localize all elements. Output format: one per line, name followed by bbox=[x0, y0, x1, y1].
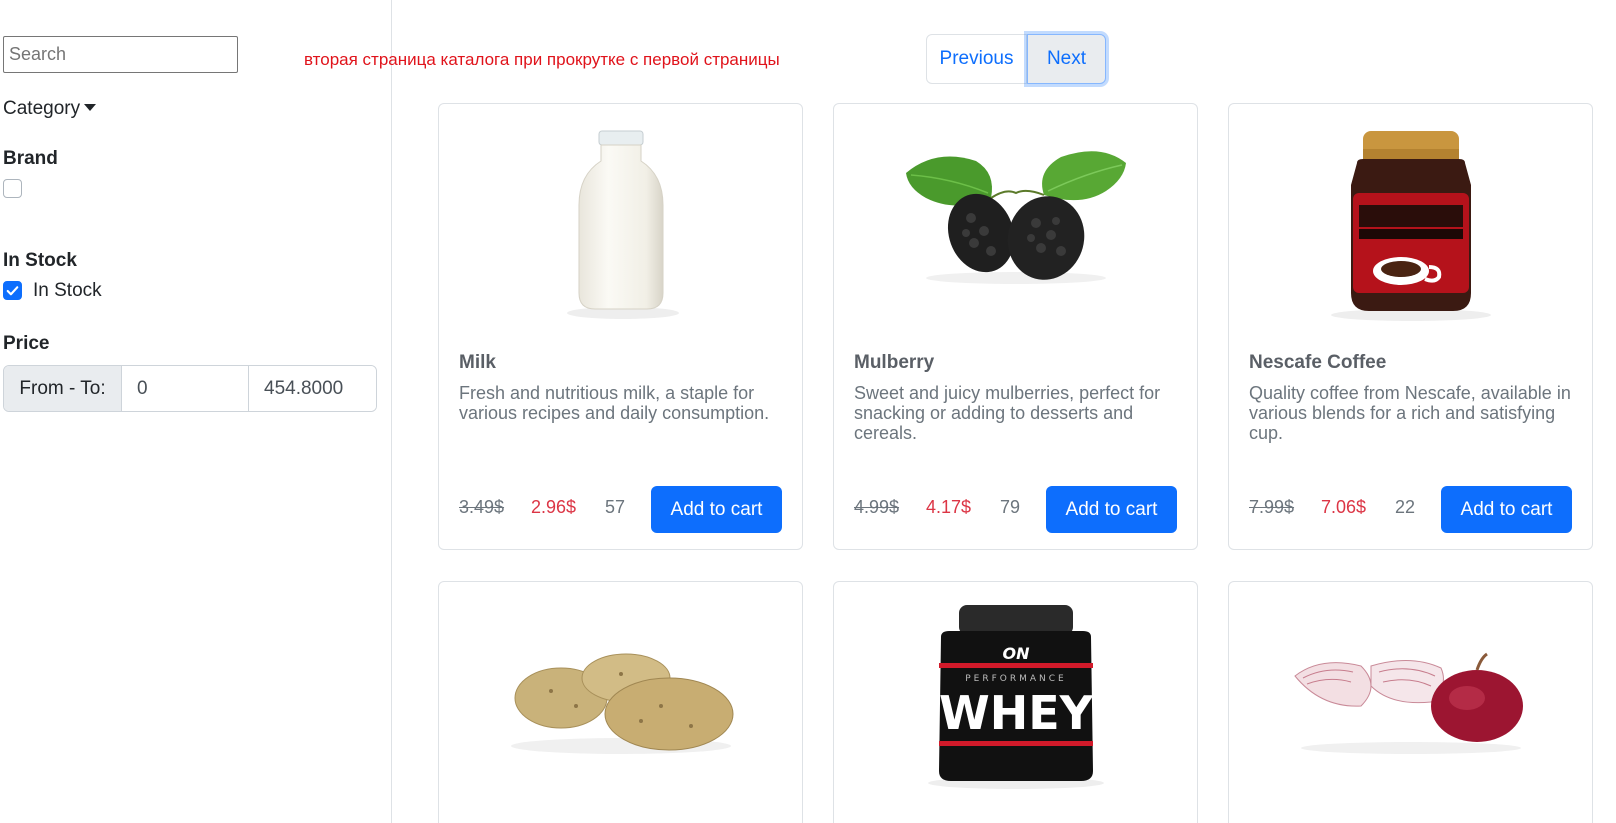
red-onion-icon bbox=[1293, 652, 1523, 754]
product-image-whey: ON PERFORMANCE WHEY bbox=[834, 582, 1197, 810]
whey-brand-text: ON bbox=[1002, 644, 1030, 663]
sale-price: 7.06$ bbox=[1321, 497, 1367, 517]
product-card: Nescafe Coffee Quality coffee from Nesca… bbox=[1228, 103, 1593, 550]
price-range-group: From - To: bbox=[3, 365, 377, 412]
price-prefix-label: From - To: bbox=[4, 366, 122, 411]
category-dropdown[interactable]: Category bbox=[3, 98, 97, 120]
product-title: Milk bbox=[459, 352, 496, 373]
product-card: Mulberry Sweet and juicy mulberries, per… bbox=[833, 103, 1198, 550]
mulberry-icon bbox=[905, 151, 1126, 284]
potatoes-icon bbox=[510, 653, 733, 754]
old-price: 3.49$ bbox=[459, 497, 505, 517]
product-image-onion bbox=[1229, 582, 1592, 810]
price-from-input[interactable] bbox=[122, 366, 249, 411]
product-image-milk bbox=[439, 104, 802, 332]
product-description: Fresh and nutritious milk, a staple for … bbox=[459, 383, 770, 423]
instock-title: In Stock bbox=[3, 250, 77, 271]
product-title: Nescafe Coffee bbox=[1249, 352, 1387, 373]
whey-protein-icon: ON PERFORMANCE WHEY bbox=[927, 605, 1104, 789]
product-description: Quality coffee from Nescafe, available i… bbox=[1249, 383, 1571, 443]
filter-sidebar: Category Brand In Stock In Stock Price F… bbox=[0, 0, 392, 823]
whey-main-text: WHEY bbox=[939, 686, 1094, 740]
search-input[interactable] bbox=[3, 36, 238, 73]
product-image-nescafe bbox=[1229, 104, 1592, 332]
add-to-cart-button[interactable]: Add to cart bbox=[1046, 486, 1177, 533]
product-card: Milk Fresh and nutritious milk, a staple… bbox=[438, 103, 803, 550]
product-image-mulberry bbox=[834, 104, 1197, 332]
instock-checkbox[interactable] bbox=[3, 281, 22, 300]
add-to-cart-button[interactable]: Add to cart bbox=[651, 486, 782, 533]
price-title: Price bbox=[3, 333, 50, 354]
product-card bbox=[438, 581, 803, 823]
brand-title: Brand bbox=[3, 148, 58, 169]
category-label: Category bbox=[3, 98, 81, 119]
product-card: ON PERFORMANCE WHEY bbox=[833, 581, 1198, 823]
price-to-input[interactable] bbox=[249, 366, 376, 411]
pagination: Previous Next bbox=[926, 34, 1106, 84]
product-image-potatoes bbox=[439, 582, 802, 810]
whey-line-text: PERFORMANCE bbox=[965, 674, 1067, 684]
brand-checkbox[interactable] bbox=[3, 179, 22, 198]
next-page-button[interactable]: Next bbox=[1027, 34, 1106, 84]
stock-count: 79 bbox=[1000, 497, 1021, 517]
previous-page-button[interactable]: Previous bbox=[926, 34, 1027, 84]
product-description: Sweet and juicy mulberries, perfect for … bbox=[854, 383, 1161, 443]
add-to-cart-button[interactable]: Add to cart bbox=[1441, 486, 1572, 533]
product-card bbox=[1228, 581, 1593, 823]
instock-label: In Stock bbox=[33, 280, 102, 301]
caret-down-icon bbox=[84, 103, 97, 111]
stock-count: 22 bbox=[1395, 497, 1416, 517]
coffee-jar-icon bbox=[1330, 131, 1491, 321]
old-price: 7.99$ bbox=[1249, 497, 1295, 517]
sale-price: 2.96$ bbox=[531, 497, 577, 517]
product-title: Mulberry bbox=[854, 352, 935, 373]
milk-bottle-icon bbox=[566, 130, 679, 319]
old-price: 4.99$ bbox=[854, 497, 900, 517]
stock-count: 57 bbox=[605, 497, 626, 517]
annotation-note: вторая страница каталога при прокрутке с… bbox=[304, 50, 780, 69]
sale-price: 4.17$ bbox=[926, 497, 972, 517]
